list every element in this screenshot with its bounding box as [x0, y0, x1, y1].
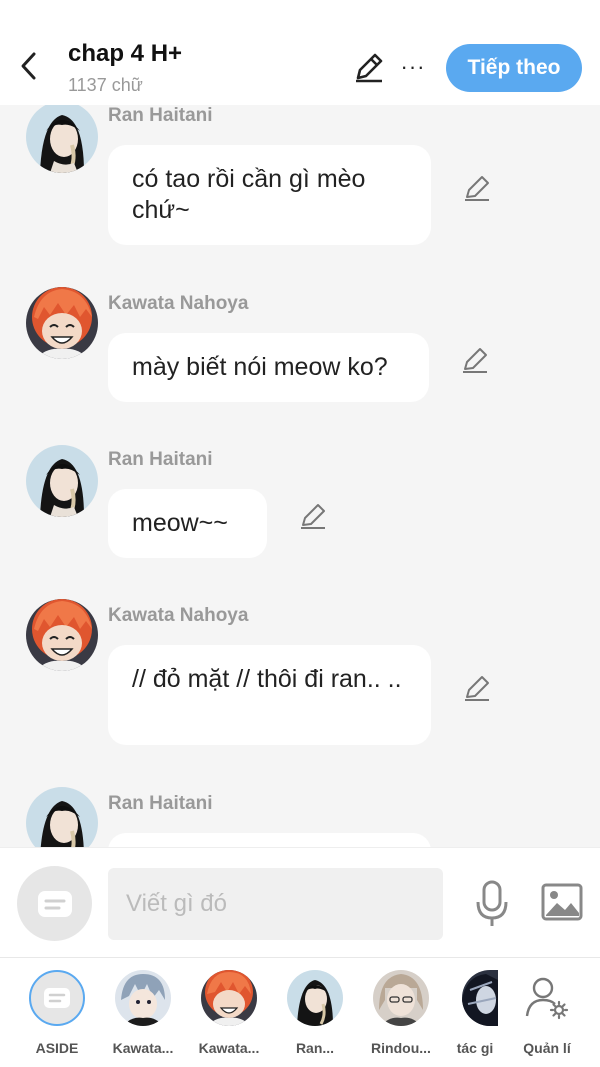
message-icon	[44, 988, 70, 1008]
edit-message-button[interactable]	[298, 501, 328, 531]
message-input[interactable]: Viết gì đó	[108, 868, 443, 940]
composer: Viết gì đó	[0, 847, 600, 957]
pencil-icon	[465, 676, 489, 701]
message-bubble[interactable]: có tao rồi cần gì mèo chứ~	[108, 145, 431, 245]
character-label: Kawata...	[112, 1040, 174, 1056]
sender-name: Kawata Nahoya	[108, 605, 249, 626]
character-avatar	[462, 970, 498, 1026]
character-aside[interactable]: ASIDE	[22, 970, 92, 1056]
microphone-icon	[476, 880, 508, 926]
next-button[interactable]: Tiếp theo	[446, 44, 582, 92]
edit-message-button[interactable]	[460, 345, 490, 375]
message-icon	[37, 890, 72, 917]
avatar-kawata-nahoya[interactable]	[26, 287, 98, 359]
avatar-ran-haitani[interactable]	[26, 445, 98, 517]
pencil-icon	[465, 176, 489, 201]
character-rindou[interactable]: Rindou...	[366, 970, 436, 1056]
sender-name: Ran Haitani	[108, 793, 213, 814]
chevron-left-icon	[21, 52, 36, 80]
aside-toggle-button[interactable]	[17, 866, 92, 941]
character-label: ASIDE	[35, 1040, 79, 1056]
pencil-icon	[356, 53, 383, 83]
character-kawata-nahoya[interactable]: Kawata...	[194, 970, 264, 1056]
character-label: Rindou...	[371, 1040, 431, 1056]
edit-title-button[interactable]	[352, 50, 386, 84]
top-bar: chap 4 H+ 1137 chữ ··· Tiếp theo	[0, 0, 600, 105]
word-count: 1137 chữ	[68, 75, 143, 95]
character-author[interactable]: tác gi	[440, 970, 510, 1056]
edit-message-button[interactable]	[462, 673, 492, 703]
manage-label: Quản lí	[523, 1040, 571, 1056]
character-avatar	[201, 970, 257, 1026]
sender-name: Ran Haitani	[108, 449, 213, 470]
back-button[interactable]	[14, 48, 42, 84]
voice-button[interactable]	[474, 880, 510, 928]
message-bubble[interactable]	[108, 833, 431, 847]
pencil-icon	[463, 348, 487, 373]
character-label: Ran...	[295, 1040, 335, 1056]
avatar-ran-haitani[interactable]	[26, 105, 98, 173]
message-list[interactable]: Ran Haitani có tao rồi cần gì mèo chứ~ K…	[0, 105, 600, 847]
avatar-kawata-nahoya[interactable]	[26, 599, 98, 671]
manage-characters-button[interactable]: Quản lí	[512, 970, 582, 1056]
sender-name: Ran Haitani	[108, 105, 213, 126]
aside-avatar	[29, 970, 85, 1026]
character-avatar	[115, 970, 171, 1026]
more-options-button[interactable]: ···	[398, 50, 428, 84]
character-label: Kawata...	[198, 1040, 260, 1056]
character-kawata-souya[interactable]: Kawata...	[108, 970, 178, 1056]
image-icon	[541, 883, 583, 921]
pencil-icon	[301, 504, 325, 529]
character-avatar	[373, 970, 429, 1026]
edit-message-button[interactable]	[462, 173, 492, 203]
message-bubble[interactable]: mày biết nói meow ko?	[108, 333, 429, 402]
character-avatar	[287, 970, 343, 1026]
character-ran-haitani[interactable]: Ran...	[280, 970, 350, 1056]
message-bubble[interactable]: // đỏ mặt // thôi đi ran.. ..	[108, 645, 431, 745]
image-button[interactable]	[541, 883, 583, 921]
message-bubble[interactable]: meow~~	[108, 489, 267, 558]
avatar-ran-haitani[interactable]	[26, 787, 98, 847]
user-settings-icon	[525, 977, 569, 1020]
manage-icon-wrapper	[519, 970, 575, 1026]
character-label: tác gi	[456, 1040, 494, 1056]
chapter-title: chap 4 H+	[68, 40, 183, 67]
character-bar: ASIDE Kawata... Kawata... Ran... Rindou.…	[0, 957, 600, 1067]
sender-name: Kawata Nahoya	[108, 293, 249, 314]
